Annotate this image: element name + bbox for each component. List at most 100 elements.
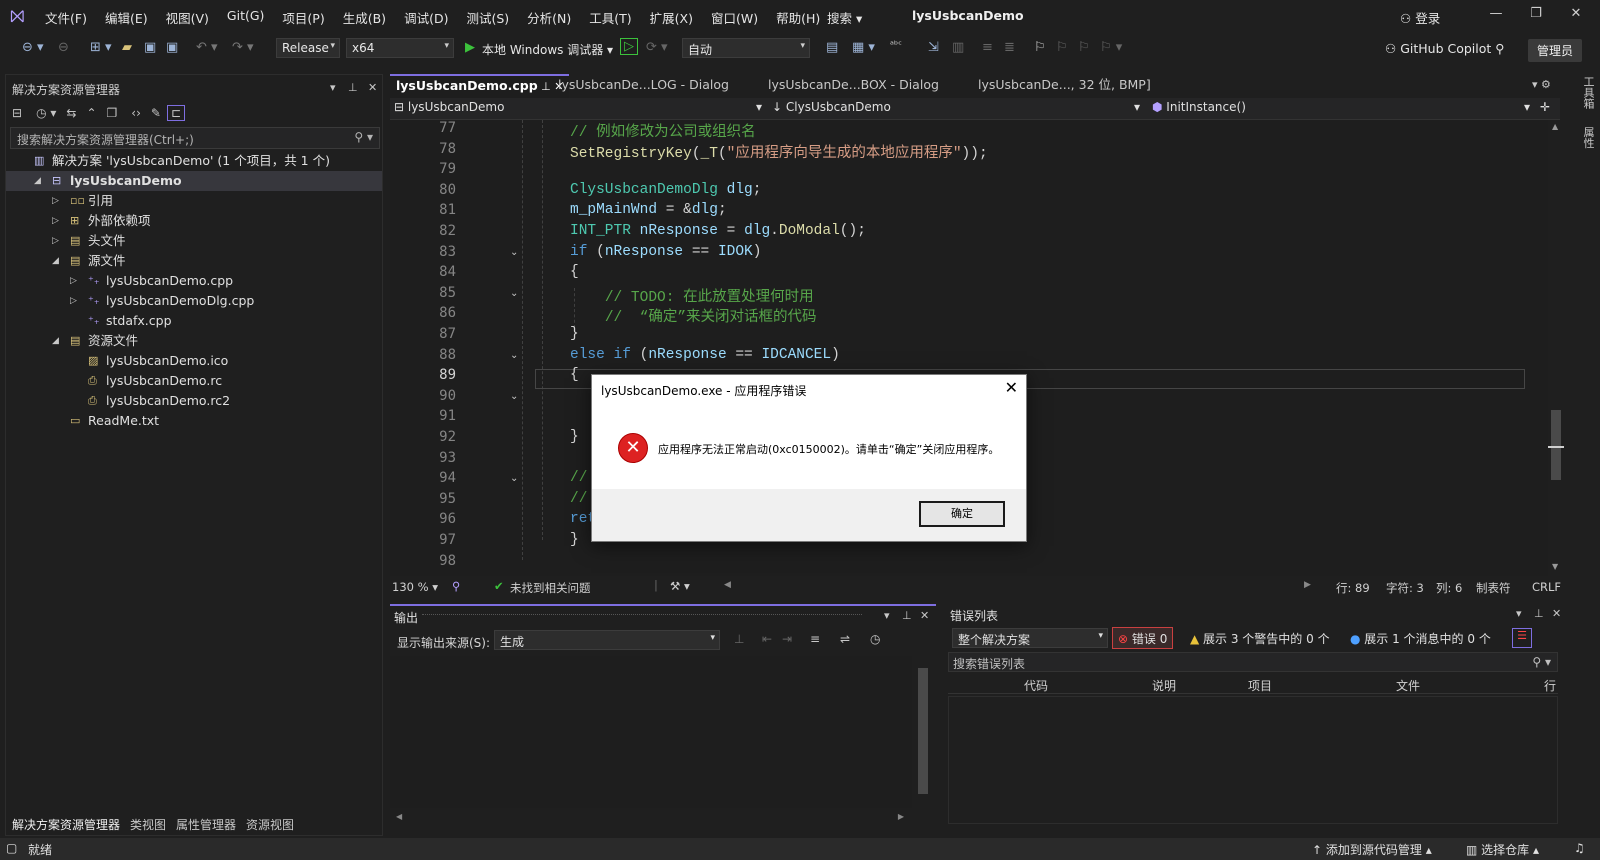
sync-icon[interactable]: ⇆ <box>66 106 76 120</box>
breakpoint-icon[interactable]: ▥ <box>952 40 964 55</box>
menu-item[interactable]: Git(G) <box>218 8 274 27</box>
comment-icon[interactable]: ≡ <box>982 40 993 55</box>
output-vertical-scrollbar[interactable] <box>916 656 930 808</box>
zoom-dropdown[interactable]: 130 % ▾ <box>392 580 438 594</box>
split-icon[interactable]: ✛ <box>1540 100 1550 118</box>
tree-item[interactable]: ▷ ⊞ 外部依赖项 <box>6 211 382 231</box>
code-line[interactable]: SetRegistryKey(_T("应用程序向导生成的本地应用程序")); <box>570 141 988 162</box>
menu-item[interactable]: 工具(T) <box>580 8 640 27</box>
bookmark-clear-icon[interactable]: ⚐ ▾ <box>1100 40 1122 55</box>
menu-item[interactable]: 窗口(W) <box>702 8 767 27</box>
tabs-indicator[interactable]: 制表符 <box>1476 580 1511 596</box>
back-icon[interactable]: ⊖ ▾ <box>22 40 44 55</box>
expand-arrow-icon[interactable]: ▷ <box>52 231 59 251</box>
pin-icon[interactable]: ⊥ <box>902 609 912 622</box>
tree-item[interactable]: ▷ ⁺₊ lysUsbcanDemo.cpp <box>6 271 382 291</box>
login-button[interactable]: ⚇ 登录 <box>1400 8 1440 27</box>
bookmark-next-icon[interactable]: ⚐ <box>1078 40 1090 55</box>
menu-item[interactable]: 帮助(H) <box>767 8 829 27</box>
code-line[interactable]: ClysUsbcanDemoDlg dlg; <box>570 182 761 198</box>
bookmark-prev-icon[interactable]: ⚐ <box>1056 40 1068 55</box>
menu-item[interactable]: 扩展(X) <box>641 8 702 27</box>
next-message-icon[interactable]: ⇥ <box>782 632 792 646</box>
warnings-filter-button[interactable]: ▲ 展示 3 个警告中的 0 个 <box>1190 630 1330 647</box>
preview-icon[interactable]: ⊏ <box>166 105 185 121</box>
undo-icon[interactable]: ↶ ▾ <box>196 40 218 55</box>
uncomment-icon[interactable]: ≣ <box>1004 40 1015 55</box>
source-control-button[interactable]: ↑ 添加到源代码管理 ▴ <box>1312 841 1432 858</box>
menu-item[interactable]: 调试(D) <box>395 8 457 27</box>
expand-arrow-icon[interactable]: ▷ <box>70 291 77 311</box>
pin-icon[interactable]: ⊥ <box>348 81 358 94</box>
panel-menu-icon[interactable]: ▾ <box>330 81 336 94</box>
code-line[interactable]: // TODO: 在此放置处理何时用 <box>570 285 814 306</box>
expand-arrow-icon[interactable]: ▷ <box>70 271 77 291</box>
scroll-left-icon[interactable]: ◀ <box>724 580 731 590</box>
save-all-icon[interactable]: ▣ <box>166 40 178 55</box>
layout-icon[interactable]: ▦ ▾ <box>852 40 875 55</box>
collapse-arrow-icon[interactable]: ◢ <box>52 251 59 271</box>
clear-all-icon[interactable]: ≡ <box>810 632 820 646</box>
pin-icon[interactable]: ⊥ <box>1534 607 1544 620</box>
timestamp-icon[interactable]: ◷ <box>870 632 880 646</box>
notifications-icon[interactable]: ♫ <box>1574 841 1585 855</box>
tree-item[interactable]: ◢ ▤ 资源文件 <box>6 331 382 351</box>
tree-item[interactable]: ▷ ▤ 头文件 <box>6 231 382 251</box>
start-debug-icon[interactable]: ▶ <box>465 40 475 55</box>
code-line[interactable]: { <box>570 367 579 383</box>
code-line[interactable]: // “确定”来关闭对话框的代码 <box>570 305 817 326</box>
editor-tab[interactable]: lysUsbcanDe...BOX - Dialog <box>762 74 945 98</box>
output-source-dropdown[interactable]: 生成 ▾ <box>494 630 720 650</box>
step-icon[interactable]: ⇲ <box>928 40 939 55</box>
scroll-left-icon[interactable]: ◀ <box>396 812 402 821</box>
tree-item[interactable]: ⎙ lysUsbcanDemo.rc <box>6 371 382 391</box>
code-line[interactable]: { <box>570 264 579 280</box>
fold-toggle-icon[interactable]: ⌄ <box>510 391 518 402</box>
code-line[interactable]: // 例如修改为公司或组织名 <box>570 120 756 141</box>
menu-item[interactable]: 分析(N) <box>518 8 580 27</box>
left-panel-tab[interactable]: 解决方案资源管理器 <box>12 816 120 833</box>
ok-button[interactable]: 确定 <box>919 501 1005 527</box>
scroll-right-icon[interactable]: ▶ <box>898 812 904 821</box>
error-list-column-header[interactable]: 文件 <box>1396 677 1420 694</box>
left-panel-tab[interactable]: 类视图 <box>130 816 166 833</box>
view-code-icon[interactable]: ‹› <box>131 106 141 120</box>
tree-item[interactable]: ▥ 解决方案 'lysUsbcanDemo' (1 个项目，共 1 个) <box>6 151 382 171</box>
maximize-button[interactable]: ❐ <box>1516 6 1556 21</box>
fold-toggle-icon[interactable]: ⌄ <box>510 473 518 484</box>
menu-item[interactable]: 视图(V) <box>157 8 218 27</box>
hot-reload-icon[interactable]: ⟳ ▾ <box>646 40 668 55</box>
scroll-up-icon[interactable]: ▲ <box>1552 122 1558 131</box>
code-line[interactable]: else if (nResponse == IDCANCEL) <box>570 347 840 363</box>
code-line[interactable]: if (nResponse == IDOK) <box>570 244 761 260</box>
project-scope-dropdown[interactable]: ⊟ lysUsbcanDemo ▾ <box>394 100 764 118</box>
fold-toggle-icon[interactable]: ⌄ <box>510 247 518 258</box>
collapse-arrow-icon[interactable]: ◢ <box>34 171 41 191</box>
error-list-column-header[interactable]: 代码 <box>1024 677 1048 694</box>
char-indicator[interactable]: 字符: 3 <box>1386 580 1424 596</box>
browse-icon[interactable]: ▤ <box>826 40 838 55</box>
editor-tab[interactable]: lysUsbcanDe..., 32 位, BMP] <box>972 74 1157 98</box>
code-line[interactable]: // <box>570 470 587 486</box>
error-list-column-header[interactable]: 说明 <box>1152 677 1176 694</box>
fold-toggle-icon[interactable]: ⌄ <box>510 350 518 361</box>
scroll-right-icon[interactable]: ▶ <box>1304 580 1311 590</box>
forward-icon[interactable]: ⊖ <box>58 40 69 55</box>
code-line[interactable]: // <box>570 491 587 507</box>
error-list-column-header[interactable]: 行 <box>1544 677 1556 694</box>
select-repo-button[interactable]: ▥ 选择仓库 ▴ <box>1466 841 1539 858</box>
messages-filter-button[interactable]: ● 展示 1 个消息中的 0 个 <box>1350 630 1491 647</box>
panel-menu-icon[interactable]: ▾ <box>884 609 890 622</box>
tree-item[interactable]: ⁺₊ stdafx.cpp <box>6 311 382 331</box>
output-horizontal-scrollbar[interactable]: ◀ ▶ <box>390 812 912 826</box>
solution-explorer-search-input[interactable]: 搜索解决方案资源管理器(Ctrl+;) ⚲ ▾ <box>10 127 380 149</box>
dialog-close-button[interactable]: ✕ <box>1005 378 1018 397</box>
code-line[interactable]: INT_PTR nResponse = dlg.DoModal(); <box>570 223 866 239</box>
home-icon[interactable]: ⊟ <box>12 106 22 120</box>
intellicode-icon[interactable]: ⚲ <box>452 579 460 593</box>
bookmark-icon[interactable]: ⚐ <box>1034 40 1046 55</box>
expand-arrow-icon[interactable]: ▷ <box>52 191 59 211</box>
tree-item[interactable]: ◢ ⊟ lysUsbcanDemo <box>6 171 382 191</box>
save-icon[interactable]: ▣ <box>144 40 156 55</box>
menu-item[interactable]: 文件(F) <box>36 8 96 27</box>
